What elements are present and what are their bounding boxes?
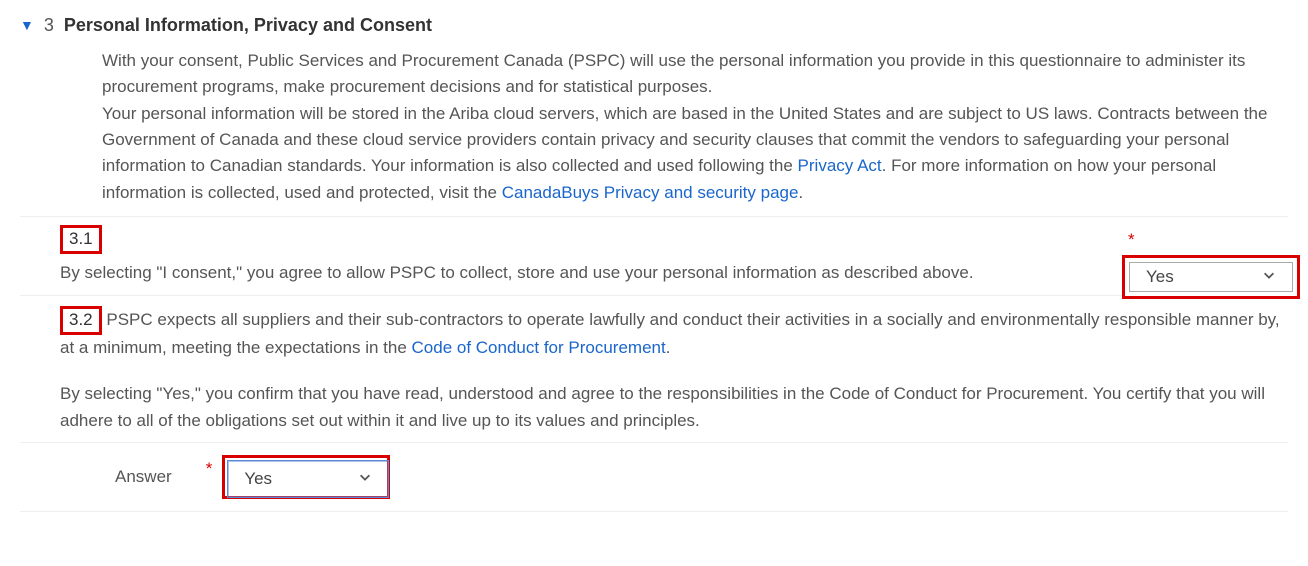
question-text-3-2-para2: By selecting "Yes," you confirm that you… xyxy=(60,381,1288,434)
section-header: ▼ 3 Personal Information, Privacy and Co… xyxy=(20,12,1288,40)
section-title: Personal Information, Privacy and Consen… xyxy=(64,12,432,40)
answer-dropdown-3-2[interactable]: Yes xyxy=(222,455,390,499)
question-text-3-1: By selecting "I consent," you agree to a… xyxy=(60,260,1080,286)
code-of-conduct-link[interactable]: Code of Conduct for Procurement xyxy=(412,338,666,357)
intro-text-1: With your consent, Public Services and P… xyxy=(102,51,1245,96)
divider xyxy=(20,511,1288,512)
dropdown-value-3-1: Yes xyxy=(1146,264,1174,290)
intro-text-2c: . xyxy=(798,183,803,202)
answer-label-3-2: Answer xyxy=(115,464,172,490)
answer-row-3-2: Answer * Yes xyxy=(20,443,1288,511)
chevron-down-icon xyxy=(1262,264,1276,290)
section-number: 3 xyxy=(44,12,54,40)
chevron-down-icon xyxy=(358,466,372,492)
dropdown-value-3-2: Yes xyxy=(244,466,272,492)
caret-down-icon[interactable]: ▼ xyxy=(20,15,34,37)
privacy-act-link[interactable]: Privacy Act xyxy=(798,156,882,175)
section-intro: With your consent, Public Services and P… xyxy=(102,48,1288,206)
question-number-3-2: 3.2 xyxy=(60,306,102,335)
required-star-3-2: * xyxy=(206,456,213,482)
question-3-1: 3.1 * By selecting "I consent," you agre… xyxy=(20,217,1288,295)
question-3-2: 3.2 PSPC expects all suppliers and their… xyxy=(20,296,1288,442)
required-star-3-1: * xyxy=(1128,227,1135,253)
question-number-3-1: 3.1 xyxy=(60,225,102,254)
canadabuys-link[interactable]: CanadaBuys Privacy and security page xyxy=(502,183,799,202)
question-text-3-2b: . xyxy=(666,338,671,357)
answer-dropdown-3-1[interactable]: Yes xyxy=(1122,255,1300,299)
